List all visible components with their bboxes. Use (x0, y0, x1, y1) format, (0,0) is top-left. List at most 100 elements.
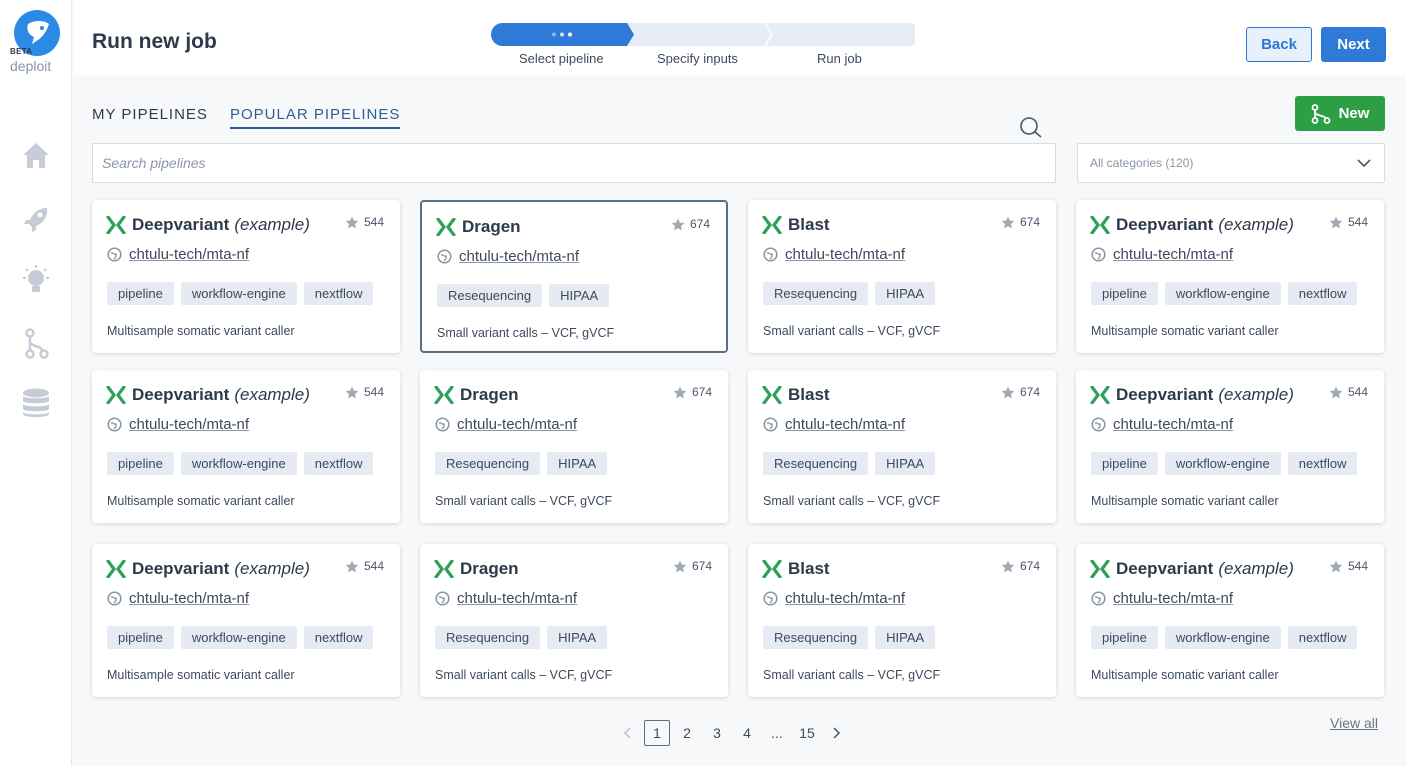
sidebar-item-data[interactable] (20, 387, 52, 419)
search-input[interactable] (102, 155, 1046, 171)
repo-link[interactable]: chtulu-tech/mta-nf (1113, 416, 1233, 433)
search-field[interactable] (92, 143, 1056, 183)
tag-chip[interactable]: HIPAA (547, 452, 608, 475)
repo-link[interactable]: chtulu-tech/mta-nf (785, 246, 905, 263)
star-count[interactable]: 674 (1001, 559, 1040, 573)
tag-chip[interactable]: pipeline (107, 452, 174, 475)
next-button[interactable]: Next (1321, 27, 1386, 62)
repo-link[interactable]: chtulu-tech/mta-nf (1113, 590, 1233, 607)
repo-link[interactable]: chtulu-tech/mta-nf (1113, 246, 1233, 263)
tag-chip[interactable]: pipeline (1091, 452, 1158, 475)
repo-link[interactable]: chtulu-tech/mta-nf (129, 246, 249, 263)
page-button[interactable]: 2 (674, 720, 700, 746)
logo[interactable]: BETA deploit (10, 10, 62, 74)
sidebar-item-jobs[interactable] (20, 204, 52, 236)
tag-chip[interactable]: HIPAA (549, 284, 610, 307)
pipeline-card[interactable]: Blast 674 chtulu-tech/mta-nf Resequencing HI… (748, 544, 1056, 697)
pipeline-card[interactable]: Dragen 674 chtulu-tech/mta-nf Resequencing H… (420, 370, 728, 523)
tag-chip[interactable]: pipeline (107, 282, 174, 305)
tag-chip[interactable]: Resequencing (763, 626, 869, 649)
star-count[interactable]: 544 (345, 559, 384, 573)
pipeline-card[interactable]: Deepvariant (example) 544 chtulu-tech/mta-n… (92, 200, 400, 353)
tag-chip[interactable]: workflow-engine (180, 452, 297, 475)
page-button[interactable]: 15 (794, 720, 820, 746)
pipeline-card[interactable]: Deepvariant (example) 544 chtulu-tech/mta-n… (92, 370, 400, 523)
tag-chip[interactable]: HIPAA (875, 282, 936, 305)
pipeline-card[interactable]: Blast 674 chtulu-tech/mta-nf Resequencing HI… (748, 370, 1056, 523)
prev-page-button[interactable] (614, 720, 640, 746)
search-icon[interactable] (1016, 117, 1044, 144)
tag-chip[interactable]: workflow-engine (180, 626, 297, 649)
tag-chip[interactable]: nextflow (303, 452, 374, 475)
repo-link[interactable]: chtulu-tech/mta-nf (129, 590, 249, 607)
tag-chip[interactable]: pipeline (1091, 282, 1158, 305)
tag-chip[interactable]: HIPAA (547, 626, 608, 649)
pipeline-card[interactable]: Deepvariant (example) 544 chtulu-tech/mta-n… (1076, 370, 1384, 523)
repo-link-row: chtulu-tech/mta-nf (107, 246, 249, 263)
repo-link[interactable]: chtulu-tech/mta-nf (129, 416, 249, 433)
tag-chip[interactable]: workflow-engine (1164, 282, 1281, 305)
tag-chip[interactable]: Resequencing (435, 626, 541, 649)
star-count[interactable]: 544 (1329, 215, 1368, 229)
back-button[interactable]: Back (1246, 27, 1312, 62)
tag-chip[interactable]: nextflow (303, 626, 374, 649)
tag-chip[interactable]: workflow-engine (180, 282, 297, 305)
star-count[interactable]: 674 (671, 217, 710, 231)
view-all-link[interactable]: View all (1330, 715, 1378, 731)
tag-chip[interactable]: Resequencing (435, 452, 541, 475)
tag-chip[interactable]: workflow-engine (1164, 626, 1281, 649)
sidebar-item-ideas[interactable] (20, 264, 52, 296)
tag-chip[interactable]: nextflow (1287, 282, 1358, 305)
pipeline-card[interactable]: Blast 674 chtulu-tech/mta-nf Resequencing HI… (748, 200, 1056, 353)
tag-chip[interactable]: Resequencing (763, 282, 869, 305)
tab-my-pipelines[interactable]: MY PIPELINES (92, 106, 208, 123)
tag-chip[interactable]: HIPAA (875, 452, 936, 475)
tag-chip[interactable]: nextflow (1287, 452, 1358, 475)
new-pipeline-button[interactable]: New (1295, 96, 1385, 131)
tag-chip[interactable]: nextflow (303, 282, 374, 305)
sidebar-item-home[interactable] (20, 139, 52, 171)
tag-chip[interactable]: HIPAA (875, 626, 936, 649)
star-icon (671, 218, 685, 230)
category-dropdown[interactable]: All categories (120) (1077, 143, 1385, 183)
tag-chip[interactable]: nextflow (1287, 626, 1358, 649)
pipeline-logo-icon (1090, 216, 1110, 234)
page-button[interactable]: 1 (644, 720, 670, 746)
pipeline-card[interactable]: Dragen 674 chtulu-tech/mta-nf Resequencing H… (420, 200, 728, 353)
pipeline-logo-icon (106, 560, 126, 578)
repo-link[interactable]: chtulu-tech/mta-nf (785, 416, 905, 433)
sidebar-item-pipelines[interactable] (20, 327, 52, 359)
star-count[interactable]: 674 (1001, 215, 1040, 229)
tab-popular-pipelines[interactable]: POPULAR PIPELINES (230, 106, 401, 129)
star-count[interactable]: 544 (1329, 385, 1368, 399)
star-count[interactable]: 674 (673, 385, 712, 399)
star-icon (1329, 560, 1343, 572)
star-count[interactable]: 544 (1329, 559, 1368, 573)
pipeline-card[interactable]: Dragen 674 chtulu-tech/mta-nf Resequencing H… (420, 544, 728, 697)
step-select-pipeline: Select pipeline (519, 51, 604, 66)
tag-chip[interactable]: pipeline (1091, 626, 1158, 649)
star-count[interactable]: 544 (345, 385, 384, 399)
star-count[interactable]: 674 (673, 559, 712, 573)
tag-chip[interactable]: pipeline (107, 626, 174, 649)
tag-chip[interactable]: Resequencing (437, 284, 543, 307)
star-count[interactable]: 544 (345, 215, 384, 229)
repo-link[interactable]: chtulu-tech/mta-nf (459, 248, 579, 265)
logo-text: deploit (10, 58, 52, 74)
tag-chip[interactable]: Resequencing (763, 452, 869, 475)
repo-link-row: chtulu-tech/mta-nf (437, 248, 579, 265)
globe-icon (1091, 591, 1106, 606)
pipeline-card[interactable]: Deepvariant (example) 544 chtulu-tech/mta-n… (1076, 544, 1384, 697)
pipeline-card[interactable]: Deepvariant (example) 544 chtulu-tech/mta-n… (1076, 200, 1384, 353)
page-button[interactable]: 3 (704, 720, 730, 746)
next-page-button[interactable] (824, 720, 850, 746)
star-count[interactable]: 674 (1001, 385, 1040, 399)
tag-chip[interactable]: workflow-engine (1164, 452, 1281, 475)
repo-link[interactable]: chtulu-tech/mta-nf (785, 590, 905, 607)
globe-icon (763, 417, 778, 432)
star-icon (1329, 386, 1343, 398)
pipeline-card[interactable]: Deepvariant (example) 544 chtulu-tech/mta-n… (92, 544, 400, 697)
page-button[interactable]: 4 (734, 720, 760, 746)
repo-link[interactable]: chtulu-tech/mta-nf (457, 416, 577, 433)
repo-link[interactable]: chtulu-tech/mta-nf (457, 590, 577, 607)
